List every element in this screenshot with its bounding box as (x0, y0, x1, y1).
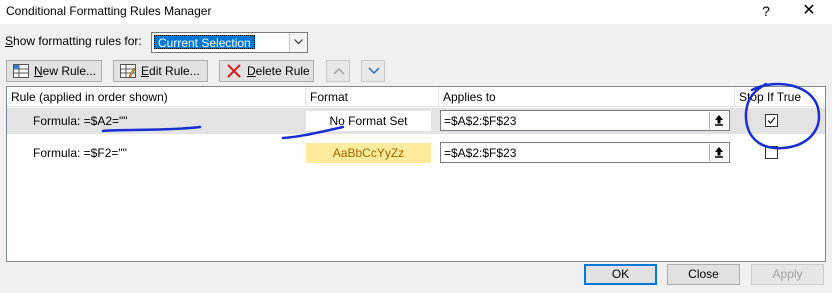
delete-rule-button[interactable]: Delete Rule (219, 60, 314, 82)
help-icon[interactable]: ? (756, 1, 776, 21)
rule-row[interactable]: Formula: =$A2="" No Format Set =$A$2:$F$… (7, 108, 825, 134)
range-select-icon (715, 147, 723, 158)
delete-x-icon (227, 64, 241, 78)
show-rules-label-rest: how formatting rules for: (13, 34, 142, 48)
title-bar: Conditional Formatting Rules Manager ? ✕ (0, 0, 832, 24)
delete-rule-label: elete Rule (255, 64, 310, 78)
window-title: Conditional Formatting Rules Manager (6, 4, 212, 18)
header-rule[interactable]: Rule (applied in order shown) (7, 87, 306, 107)
header-applies-to[interactable]: Applies to (439, 87, 735, 107)
collapse-dialog-button[interactable] (709, 144, 728, 161)
new-rule-mnemonic: N (34, 64, 43, 78)
close-icon[interactable]: ✕ (798, 1, 820, 21)
rule-formula: Formula: =$A2="" (33, 114, 128, 128)
move-up-button[interactable] (326, 60, 350, 82)
conditional-formatting-dialog: Conditional Formatting Rules Manager ? ✕… (0, 0, 832, 293)
show-rules-label-mnemonic: S (5, 34, 14, 48)
edit-rule-button[interactable]: Edit Rule... (113, 60, 208, 82)
rule-row[interactable]: Formula: =$F2="" AaBbCcYyZz =$A$2:$F$23 (7, 140, 825, 166)
new-rule-label: ew Rule... (42, 64, 97, 78)
checkmark-icon (767, 117, 776, 124)
header-stop-if-true[interactable]: Stop If True (735, 87, 825, 107)
rules-grid: Rule (applied in order shown) Format App… (6, 86, 826, 262)
stop-if-true-checkbox[interactable] (765, 146, 778, 159)
collapse-dialog-button[interactable] (709, 112, 728, 129)
applies-to-value: =$A$2:$F$23 (444, 114, 517, 128)
edit-rule-label: dit Rule... (149, 64, 200, 78)
format-preview: AaBbCcYyZz (306, 143, 431, 163)
new-rule-button[interactable]: New Rule... (6, 60, 102, 82)
applies-to-field[interactable]: =$A$2:$F$23 (440, 142, 730, 163)
chevron-down-icon (294, 39, 303, 45)
dropdown-button[interactable] (289, 33, 307, 52)
show-rules-selected: Current Selection (154, 35, 255, 50)
rule-formula: Formula: =$F2="" (33, 146, 127, 160)
close-button[interactable]: Close (667, 264, 740, 285)
applies-to-field[interactable]: =$A$2:$F$23 (440, 110, 730, 131)
ok-button[interactable]: OK (584, 264, 657, 285)
header-format[interactable]: Format (306, 87, 439, 107)
show-rules-dropdown[interactable]: Current Selection (151, 32, 308, 53)
move-down-button[interactable] (361, 60, 385, 82)
range-select-icon (715, 115, 723, 126)
show-rules-label: Show formatting rules for: (5, 34, 142, 48)
up-arrow-icon (333, 67, 345, 75)
edit-rule-mnemonic: E (141, 64, 150, 78)
edit-rule-icon (120, 64, 136, 78)
applies-to-value: =$A$2:$F$23 (444, 146, 517, 160)
apply-button[interactable]: Apply (751, 264, 824, 285)
stop-if-true-checkbox[interactable] (765, 114, 778, 127)
down-arrow-icon (368, 67, 380, 75)
new-rule-icon (13, 64, 29, 78)
format-preview: No Format Set (306, 111, 431, 131)
delete-rule-mnemonic: D (247, 64, 256, 78)
